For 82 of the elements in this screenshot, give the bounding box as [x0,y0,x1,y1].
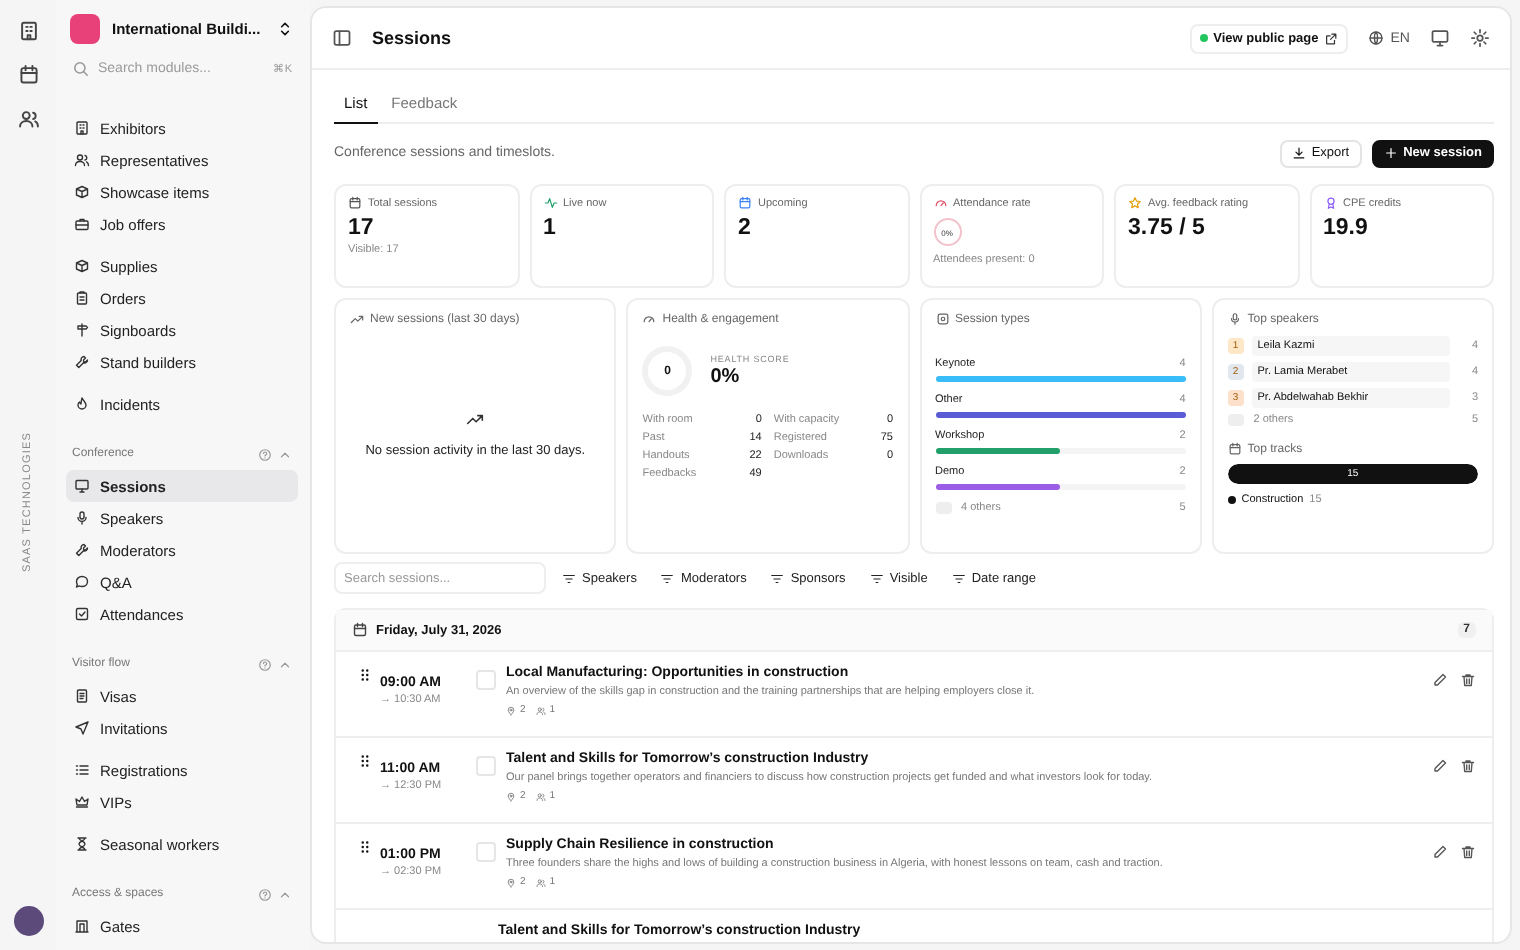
row-checkbox[interactable] [476,670,496,690]
stat-value: 17 [348,216,376,240]
help-icon [258,447,272,461]
chevronup-icon [278,887,292,901]
score-value: 0% [710,366,742,388]
chevronup-icon [278,657,292,671]
help-icon [258,657,272,671]
stat-value: 1 [543,216,558,240]
monitor-icon [74,478,90,494]
signpost-icon [74,322,90,338]
microphone-icon [74,510,90,526]
activity-icon [543,196,557,210]
people-icon [535,705,546,715]
document-icon [74,688,90,704]
filter-icon [869,571,884,585]
building-icon [74,120,90,136]
pencil-icon [1432,844,1448,860]
grip-icon [356,666,374,684]
row-checkbox[interactable] [476,756,496,776]
help-icon [258,887,272,901]
globe-icon [1368,30,1385,46]
filter-icon [562,571,576,585]
microphone-icon [1227,312,1242,326]
trash-icon [1460,758,1476,774]
pencil-icon [1432,672,1448,688]
wrench-icon [74,542,90,558]
panel-icon [332,28,352,48]
filter-icon [951,571,966,585]
trend-icon [350,312,364,326]
trend-icon [466,409,485,427]
plus-icon [1383,146,1398,160]
door-icon [74,918,90,934]
people-icon [535,791,546,801]
chevronup-icon [278,447,292,461]
external-icon [1324,31,1339,45]
stat-value: 3.75 / 5 [1128,216,1207,240]
pin-icon [506,705,516,715]
list-icon [74,762,90,778]
calendar-icon [348,196,362,210]
grip-icon [356,838,374,856]
gauge-icon [933,196,947,210]
updown-icon [276,20,294,38]
clipboard-icon [74,290,90,306]
people-icon [74,152,90,168]
people-icon [17,108,39,130]
pencil-icon [1432,758,1448,774]
pin-icon [506,877,516,887]
send-icon [74,720,90,736]
calendar-icon [352,622,368,638]
chat-icon [74,574,90,590]
building-icon [17,20,39,42]
briefcase-icon [74,216,90,232]
target-icon [935,312,949,326]
grip-icon [356,752,374,770]
calendar-icon [17,64,39,86]
trash-icon [1460,672,1476,688]
calendar-icon [1227,442,1242,456]
star-icon [1128,196,1142,210]
crown-icon [74,794,90,810]
box-icon [74,184,90,200]
box-icon [74,258,90,274]
people-icon [535,877,546,887]
gauge-icon [642,312,657,326]
stat-value: 19.9 [1323,216,1370,240]
stat-value: 2 [738,216,753,240]
filter-icon [660,571,675,585]
pin-icon [506,791,516,801]
org-logo [70,14,100,44]
award-icon [1323,196,1337,210]
hourglass-icon [74,836,90,852]
avatar[interactable] [13,906,43,936]
wrench-icon [74,354,90,370]
trash-icon [1460,844,1476,860]
page-title: Sessions [372,28,454,48]
filter-icon [770,571,785,585]
monitor-icon [1430,28,1450,48]
download-icon [1291,146,1306,160]
search-icon [72,60,90,78]
row-checkbox[interactable] [476,842,496,862]
calendar-icon [738,196,752,210]
flame-icon [74,396,90,412]
checklist-icon [74,606,90,622]
